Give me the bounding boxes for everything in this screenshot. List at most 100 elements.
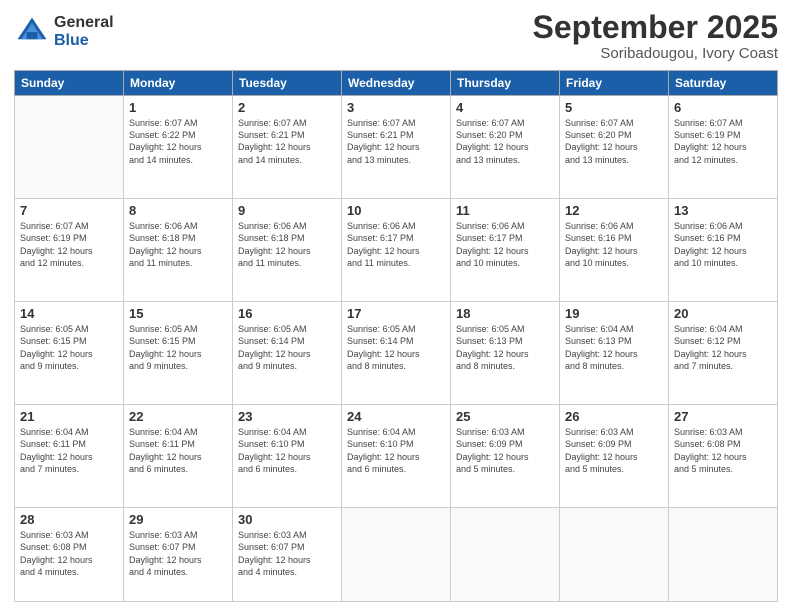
day-number: 28 xyxy=(20,512,118,527)
day-info: Sunrise: 6:06 AMSunset: 6:16 PMDaylight:… xyxy=(565,220,663,269)
header-tuesday: Tuesday xyxy=(233,71,342,96)
day-info: Sunrise: 6:04 AMSunset: 6:10 PMDaylight:… xyxy=(347,426,445,475)
day-info: Sunrise: 6:07 AMSunset: 6:19 PMDaylight:… xyxy=(674,117,772,166)
day-number: 21 xyxy=(20,409,118,424)
table-row: 11 Sunrise: 6:06 AMSunset: 6:17 PMDayligh… xyxy=(451,199,560,302)
day-number: 25 xyxy=(456,409,554,424)
day-info: Sunrise: 6:06 AMSunset: 6:18 PMDaylight:… xyxy=(129,220,227,269)
table-row: 25Sunrise: 6:03 AMSunset: 6:09 PMDayligh… xyxy=(451,405,560,508)
day-number: 8 xyxy=(129,203,227,218)
day-info: Sunrise: 6:04 AMSunset: 6:13 PMDaylight:… xyxy=(565,323,663,372)
table-row xyxy=(15,96,124,199)
table-row: 9 Sunrise: 6:06 AMSunset: 6:18 PMDaylight… xyxy=(233,199,342,302)
day-info: Sunrise: 6:03 AMSunset: 6:08 PMDaylight:… xyxy=(674,426,772,475)
day-number: 18 xyxy=(456,306,554,321)
day-info: Sunrise: 6:05 AMSunset: 6:13 PMDaylight:… xyxy=(456,323,554,372)
table-row xyxy=(669,508,778,602)
location-subtitle: Soribadougou, Ivory Coast xyxy=(533,45,778,62)
day-number: 29 xyxy=(129,512,227,527)
table-row: 15Sunrise: 6:05 AMSunset: 6:15 PMDayligh… xyxy=(124,302,233,405)
table-row: 7Sunrise: 6:07 AMSunset: 6:19 PMDaylight… xyxy=(15,199,124,302)
day-info: Sunrise: 6:03 AMSunset: 6:07 PMDaylight:… xyxy=(238,529,336,578)
header-thursday: Thursday xyxy=(451,71,560,96)
header-friday: Friday xyxy=(560,71,669,96)
day-number: 1 xyxy=(129,100,227,115)
day-number: 6 xyxy=(674,100,772,115)
day-number: 16 xyxy=(238,306,336,321)
day-info: Sunrise: 6:04 AMSunset: 6:11 PMDaylight:… xyxy=(20,426,118,475)
day-number: 22 xyxy=(129,409,227,424)
day-info: Sunrise: 6:07 AMSunset: 6:21 PMDaylight:… xyxy=(347,117,445,166)
table-row: 13Sunrise: 6:06 AMSunset: 6:16 PMDayligh… xyxy=(669,199,778,302)
day-info: Sunrise: 6:04 AMSunset: 6:12 PMDaylight:… xyxy=(674,323,772,372)
logo: General Blue xyxy=(14,14,114,50)
table-row: 18 Sunrise: 6:05 AMSunset: 6:13 PMDayligh… xyxy=(451,302,560,405)
table-row: 29Sunrise: 6:03 AMSunset: 6:07 PMDayligh… xyxy=(124,508,233,602)
table-row: 3 Sunrise: 6:07 AMSunset: 6:21 PMDaylight… xyxy=(342,96,451,199)
header-wednesday: Wednesday xyxy=(342,71,451,96)
day-number: 3 xyxy=(347,100,445,115)
table-row: 10 Sunrise: 6:06 AMSunset: 6:17 PMDayligh… xyxy=(342,199,451,302)
table-row: 22 Sunrise: 6:04 AMSunset: 6:11 PMDayligh… xyxy=(124,405,233,508)
table-row: 5 Sunrise: 6:07 AMSunset: 6:20 PMDaylight… xyxy=(560,96,669,199)
day-info: Sunrise: 6:04 AMSunset: 6:11 PMDaylight:… xyxy=(129,426,227,475)
weekday-header-row: Sunday Monday Tuesday Wednesday Thursday… xyxy=(15,71,778,96)
table-row: 20 Sunrise: 6:04 AMSunset: 6:12 PMDayligh… xyxy=(669,302,778,405)
day-number: 23 xyxy=(238,409,336,424)
day-info: Sunrise: 6:07 AMSunset: 6:19 PMDaylight:… xyxy=(20,220,118,269)
day-number: 9 xyxy=(238,203,336,218)
table-row: 23 Sunrise: 6:04 AMSunset: 6:10 PMDayligh… xyxy=(233,405,342,508)
table-row: 19Sunrise: 6:04 AMSunset: 6:13 PMDayligh… xyxy=(560,302,669,405)
day-info: Sunrise: 6:06 AMSunset: 6:18 PMDaylight:… xyxy=(238,220,336,269)
table-row: 28 Sunrise: 6:03 AMSunset: 6:08 PMDayligh… xyxy=(15,508,124,602)
table-row: 1 Sunrise: 6:07 AMSunset: 6:22 PMDaylight… xyxy=(124,96,233,199)
logo-blue: Blue xyxy=(54,32,114,50)
table-row: 16 Sunrise: 6:05 AMSunset: 6:14 PMDayligh… xyxy=(233,302,342,405)
day-number: 26 xyxy=(565,409,663,424)
day-number: 10 xyxy=(347,203,445,218)
day-info: Sunrise: 6:07 AMSunset: 6:22 PMDaylight:… xyxy=(129,117,227,166)
day-number: 5 xyxy=(565,100,663,115)
header: General Blue September 2025 Soribadougou… xyxy=(14,10,778,62)
table-row xyxy=(342,508,451,602)
day-info: Sunrise: 6:03 AMSunset: 6:08 PMDaylight:… xyxy=(20,529,118,578)
day-info: Sunrise: 6:07 AMSunset: 6:21 PMDaylight:… xyxy=(238,117,336,166)
logo-text: General Blue xyxy=(54,14,114,49)
day-info: Sunrise: 6:06 AMSunset: 6:16 PMDaylight:… xyxy=(674,220,772,269)
table-row: 4 Sunrise: 6:07 AMSunset: 6:20 PMDaylight… xyxy=(451,96,560,199)
day-number: 15 xyxy=(129,306,227,321)
table-row: 2 Sunrise: 6:07 AMSunset: 6:21 PMDaylight… xyxy=(233,96,342,199)
day-number: 12 xyxy=(565,203,663,218)
day-number: 27 xyxy=(674,409,772,424)
table-row: 27 Sunrise: 6:03 AMSunset: 6:08 PMDayligh… xyxy=(669,405,778,508)
table-row xyxy=(451,508,560,602)
table-row: 8 Sunrise: 6:06 AMSunset: 6:18 PMDaylight… xyxy=(124,199,233,302)
day-info: Sunrise: 6:07 AMSunset: 6:20 PMDaylight:… xyxy=(565,117,663,166)
day-info: Sunrise: 6:05 AMSunset: 6:14 PMDaylight:… xyxy=(238,323,336,372)
header-saturday: Saturday xyxy=(669,71,778,96)
day-info: Sunrise: 6:06 AMSunset: 6:17 PMDaylight:… xyxy=(456,220,554,269)
day-number: 4 xyxy=(456,100,554,115)
table-row xyxy=(560,508,669,602)
header-monday: Monday xyxy=(124,71,233,96)
day-info: Sunrise: 6:07 AMSunset: 6:20 PMDaylight:… xyxy=(456,117,554,166)
day-info: Sunrise: 6:06 AMSunset: 6:17 PMDaylight:… xyxy=(347,220,445,269)
day-info: Sunrise: 6:03 AMSunset: 6:09 PMDaylight:… xyxy=(565,426,663,475)
table-row: 21 Sunrise: 6:04 AMSunset: 6:11 PMDayligh… xyxy=(15,405,124,508)
day-number: 11 xyxy=(456,203,554,218)
logo-general: General xyxy=(54,14,114,32)
day-number: 24 xyxy=(347,409,445,424)
day-number: 30 xyxy=(238,512,336,527)
day-number: 2 xyxy=(238,100,336,115)
day-info: Sunrise: 6:05 AMSunset: 6:15 PMDaylight:… xyxy=(20,323,118,372)
day-info: Sunrise: 6:04 AMSunset: 6:10 PMDaylight:… xyxy=(238,426,336,475)
calendar-table: Sunday Monday Tuesday Wednesday Thursday… xyxy=(14,70,778,602)
logo-icon xyxy=(14,14,50,50)
main-container: General Blue September 2025 Soribadougou… xyxy=(0,0,792,612)
table-row: 24 Sunrise: 6:04 AMSunset: 6:10 PMDayligh… xyxy=(342,405,451,508)
table-row: 12 Sunrise: 6:06 AMSunset: 6:16 PMDayligh… xyxy=(560,199,669,302)
table-row: 6 Sunrise: 6:07 AMSunset: 6:19 PMDaylight… xyxy=(669,96,778,199)
day-number: 20 xyxy=(674,306,772,321)
title-section: September 2025 Soribadougou, Ivory Coast xyxy=(533,10,778,62)
table-row: 14Sunrise: 6:05 AMSunset: 6:15 PMDayligh… xyxy=(15,302,124,405)
